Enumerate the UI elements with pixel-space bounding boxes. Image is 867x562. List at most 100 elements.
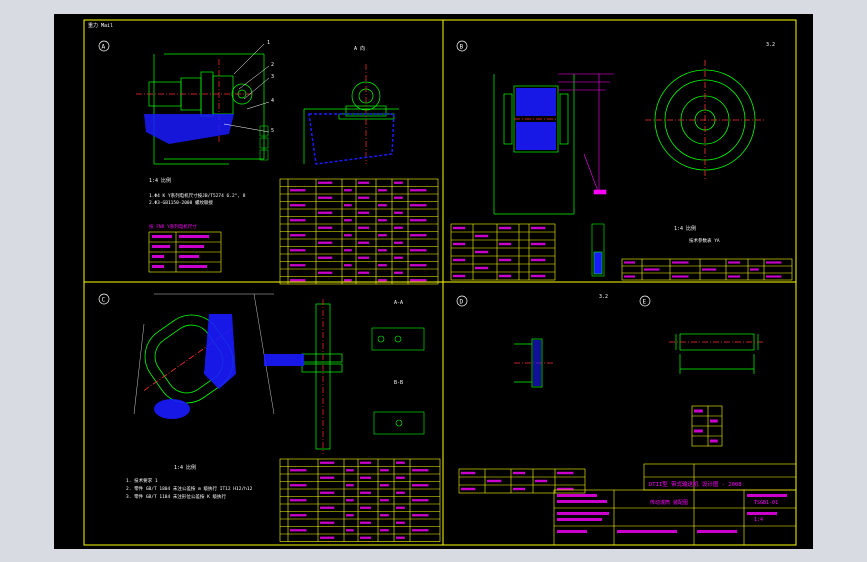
note-c-3: 3. 零件 GB/T 1184 未注形位公差按 K 级执行 bbox=[126, 493, 227, 500]
table-cell-text bbox=[380, 484, 389, 487]
material-table bbox=[458, 468, 586, 494]
balloon-numbers-a: 1 2 3 4 5 bbox=[267, 40, 274, 134]
table-cell-text bbox=[344, 279, 352, 282]
quadrant-d-letter: D bbox=[460, 299, 464, 306]
table-cell-text bbox=[344, 204, 352, 207]
table-cell-text bbox=[531, 226, 546, 230]
quadrant-b-letter: B bbox=[460, 44, 464, 51]
table-cell-text bbox=[346, 514, 354, 517]
table-cell-text bbox=[394, 271, 403, 274]
table-cell-text bbox=[513, 487, 526, 491]
table-cell-text bbox=[453, 258, 466, 262]
table-cell-text bbox=[290, 499, 307, 502]
table-cell-text bbox=[318, 271, 333, 274]
sprocket-front-view bbox=[645, 60, 765, 180]
table-cell-text bbox=[358, 226, 369, 229]
table-cell-text bbox=[499, 258, 512, 262]
table-cell-text bbox=[487, 479, 502, 483]
table-cell-text bbox=[453, 226, 466, 230]
quadrant-b: B 3.2 1:4 比例 技术参数表 YA bbox=[450, 40, 793, 281]
table-cell-text bbox=[290, 249, 306, 252]
table-cell-text bbox=[318, 241, 333, 244]
shaft-view-c bbox=[301, 299, 343, 454]
table-cell-text bbox=[410, 264, 427, 267]
table-cell-text bbox=[290, 484, 307, 487]
note-a-3: 技 FNR Y系列电机尺寸 bbox=[149, 223, 197, 230]
table-cell-text bbox=[360, 476, 371, 479]
spec-label-b: 技术参数表 YA bbox=[689, 237, 720, 244]
table-cell-text bbox=[461, 487, 476, 491]
parts-table-b2 bbox=[621, 258, 793, 281]
table-cell-text bbox=[694, 429, 703, 433]
table-cell-text bbox=[410, 219, 427, 222]
table-cell-text bbox=[358, 271, 369, 274]
table-cell-text bbox=[320, 521, 335, 524]
table-cell-text bbox=[394, 181, 403, 184]
cad-drawing-canvas: A 12345 A 向 1:4 比例 1.Φ4 K Y系列电机尺寸按JB/T52… bbox=[83, 19, 797, 546]
table-cell-text bbox=[290, 264, 306, 267]
pulley-hatch-lower bbox=[154, 399, 190, 419]
table-cell-text bbox=[318, 226, 333, 229]
cad-drawing-viewport[interactable]: A 1 2 3 4 5 A 向 1:4 比例 1.Φ4 K Y系列电机尺寸按JB… bbox=[54, 14, 813, 549]
svg-text:3: 3 bbox=[271, 74, 274, 80]
table-cell-text bbox=[360, 491, 371, 494]
parts-table-b1 bbox=[450, 223, 556, 281]
table-cell-text bbox=[358, 241, 369, 244]
scale-label-c: 1:4 比例 bbox=[174, 464, 196, 471]
table-cell-text bbox=[499, 274, 512, 278]
table-cell-text bbox=[394, 256, 403, 259]
small-table-e bbox=[691, 405, 723, 447]
table-cell-text bbox=[750, 268, 759, 271]
table-cell-text bbox=[358, 181, 369, 184]
table-cell-text bbox=[672, 261, 689, 264]
table-cell-text bbox=[535, 479, 548, 483]
table-cell-text bbox=[499, 226, 512, 230]
table-cell-text bbox=[360, 521, 371, 524]
table-cell-text bbox=[702, 268, 717, 271]
table-cell-text bbox=[624, 275, 635, 278]
svg-text:2: 2 bbox=[271, 62, 274, 68]
roughness-d: 3.2 bbox=[599, 294, 608, 300]
table-cell-text bbox=[412, 469, 429, 472]
table-cell-text bbox=[380, 529, 389, 532]
table-cell-text bbox=[290, 204, 306, 207]
title-block-code: TSGB1-01 bbox=[754, 500, 778, 506]
table-cell-text bbox=[410, 249, 427, 252]
note-a-2: 2.Φ3-GB1150-2008 螺纹联接 bbox=[149, 199, 214, 206]
table-cell-text bbox=[290, 529, 307, 532]
drawing-title-tag: 重力 Mail bbox=[88, 23, 114, 29]
table-cell-text bbox=[344, 219, 352, 222]
parts-list-table-a bbox=[279, 178, 439, 285]
section-label-bb: B-B bbox=[394, 380, 403, 386]
quadrant-d: D 3.2 bbox=[456, 294, 608, 388]
table-outline bbox=[450, 223, 556, 281]
table-cell-text bbox=[290, 189, 306, 192]
pulley-hatch bbox=[204, 314, 236, 389]
table-cell-text bbox=[320, 461, 335, 464]
table-cell-text bbox=[320, 476, 335, 479]
table-cell-text bbox=[412, 529, 429, 532]
drive-unit-drawing bbox=[136, 53, 265, 165]
table-cell-text bbox=[710, 439, 718, 443]
table-cell-text bbox=[360, 536, 371, 539]
scale-label-b: 1:4 比例 bbox=[674, 225, 696, 232]
table-cell-text bbox=[475, 266, 489, 270]
table-cell-text bbox=[766, 275, 782, 278]
table-cell-text bbox=[396, 476, 405, 479]
table-cell-text bbox=[475, 234, 489, 238]
table-cell-text bbox=[378, 219, 387, 222]
note-a-1: 1.Φ4 K Y系列电机尺寸按JB/T5274 6.2°, 8 bbox=[149, 192, 246, 199]
title-block-title: DTII型 带式输送机 设计图 - 2008 bbox=[649, 480, 742, 488]
table-cell-text bbox=[378, 279, 387, 282]
table-cell-text bbox=[290, 234, 306, 237]
table-cell-text bbox=[672, 275, 689, 278]
base-frame-hatch bbox=[144, 114, 234, 144]
svg-text:5: 5 bbox=[271, 128, 274, 134]
param-table-a-fill bbox=[152, 235, 209, 268]
table-cell-text bbox=[380, 499, 389, 502]
table-cell-text bbox=[346, 469, 354, 472]
table-cell-text bbox=[644, 268, 660, 271]
table-cell-text bbox=[358, 256, 369, 259]
table-cell-text bbox=[394, 196, 403, 199]
table-cell-text bbox=[344, 249, 352, 252]
